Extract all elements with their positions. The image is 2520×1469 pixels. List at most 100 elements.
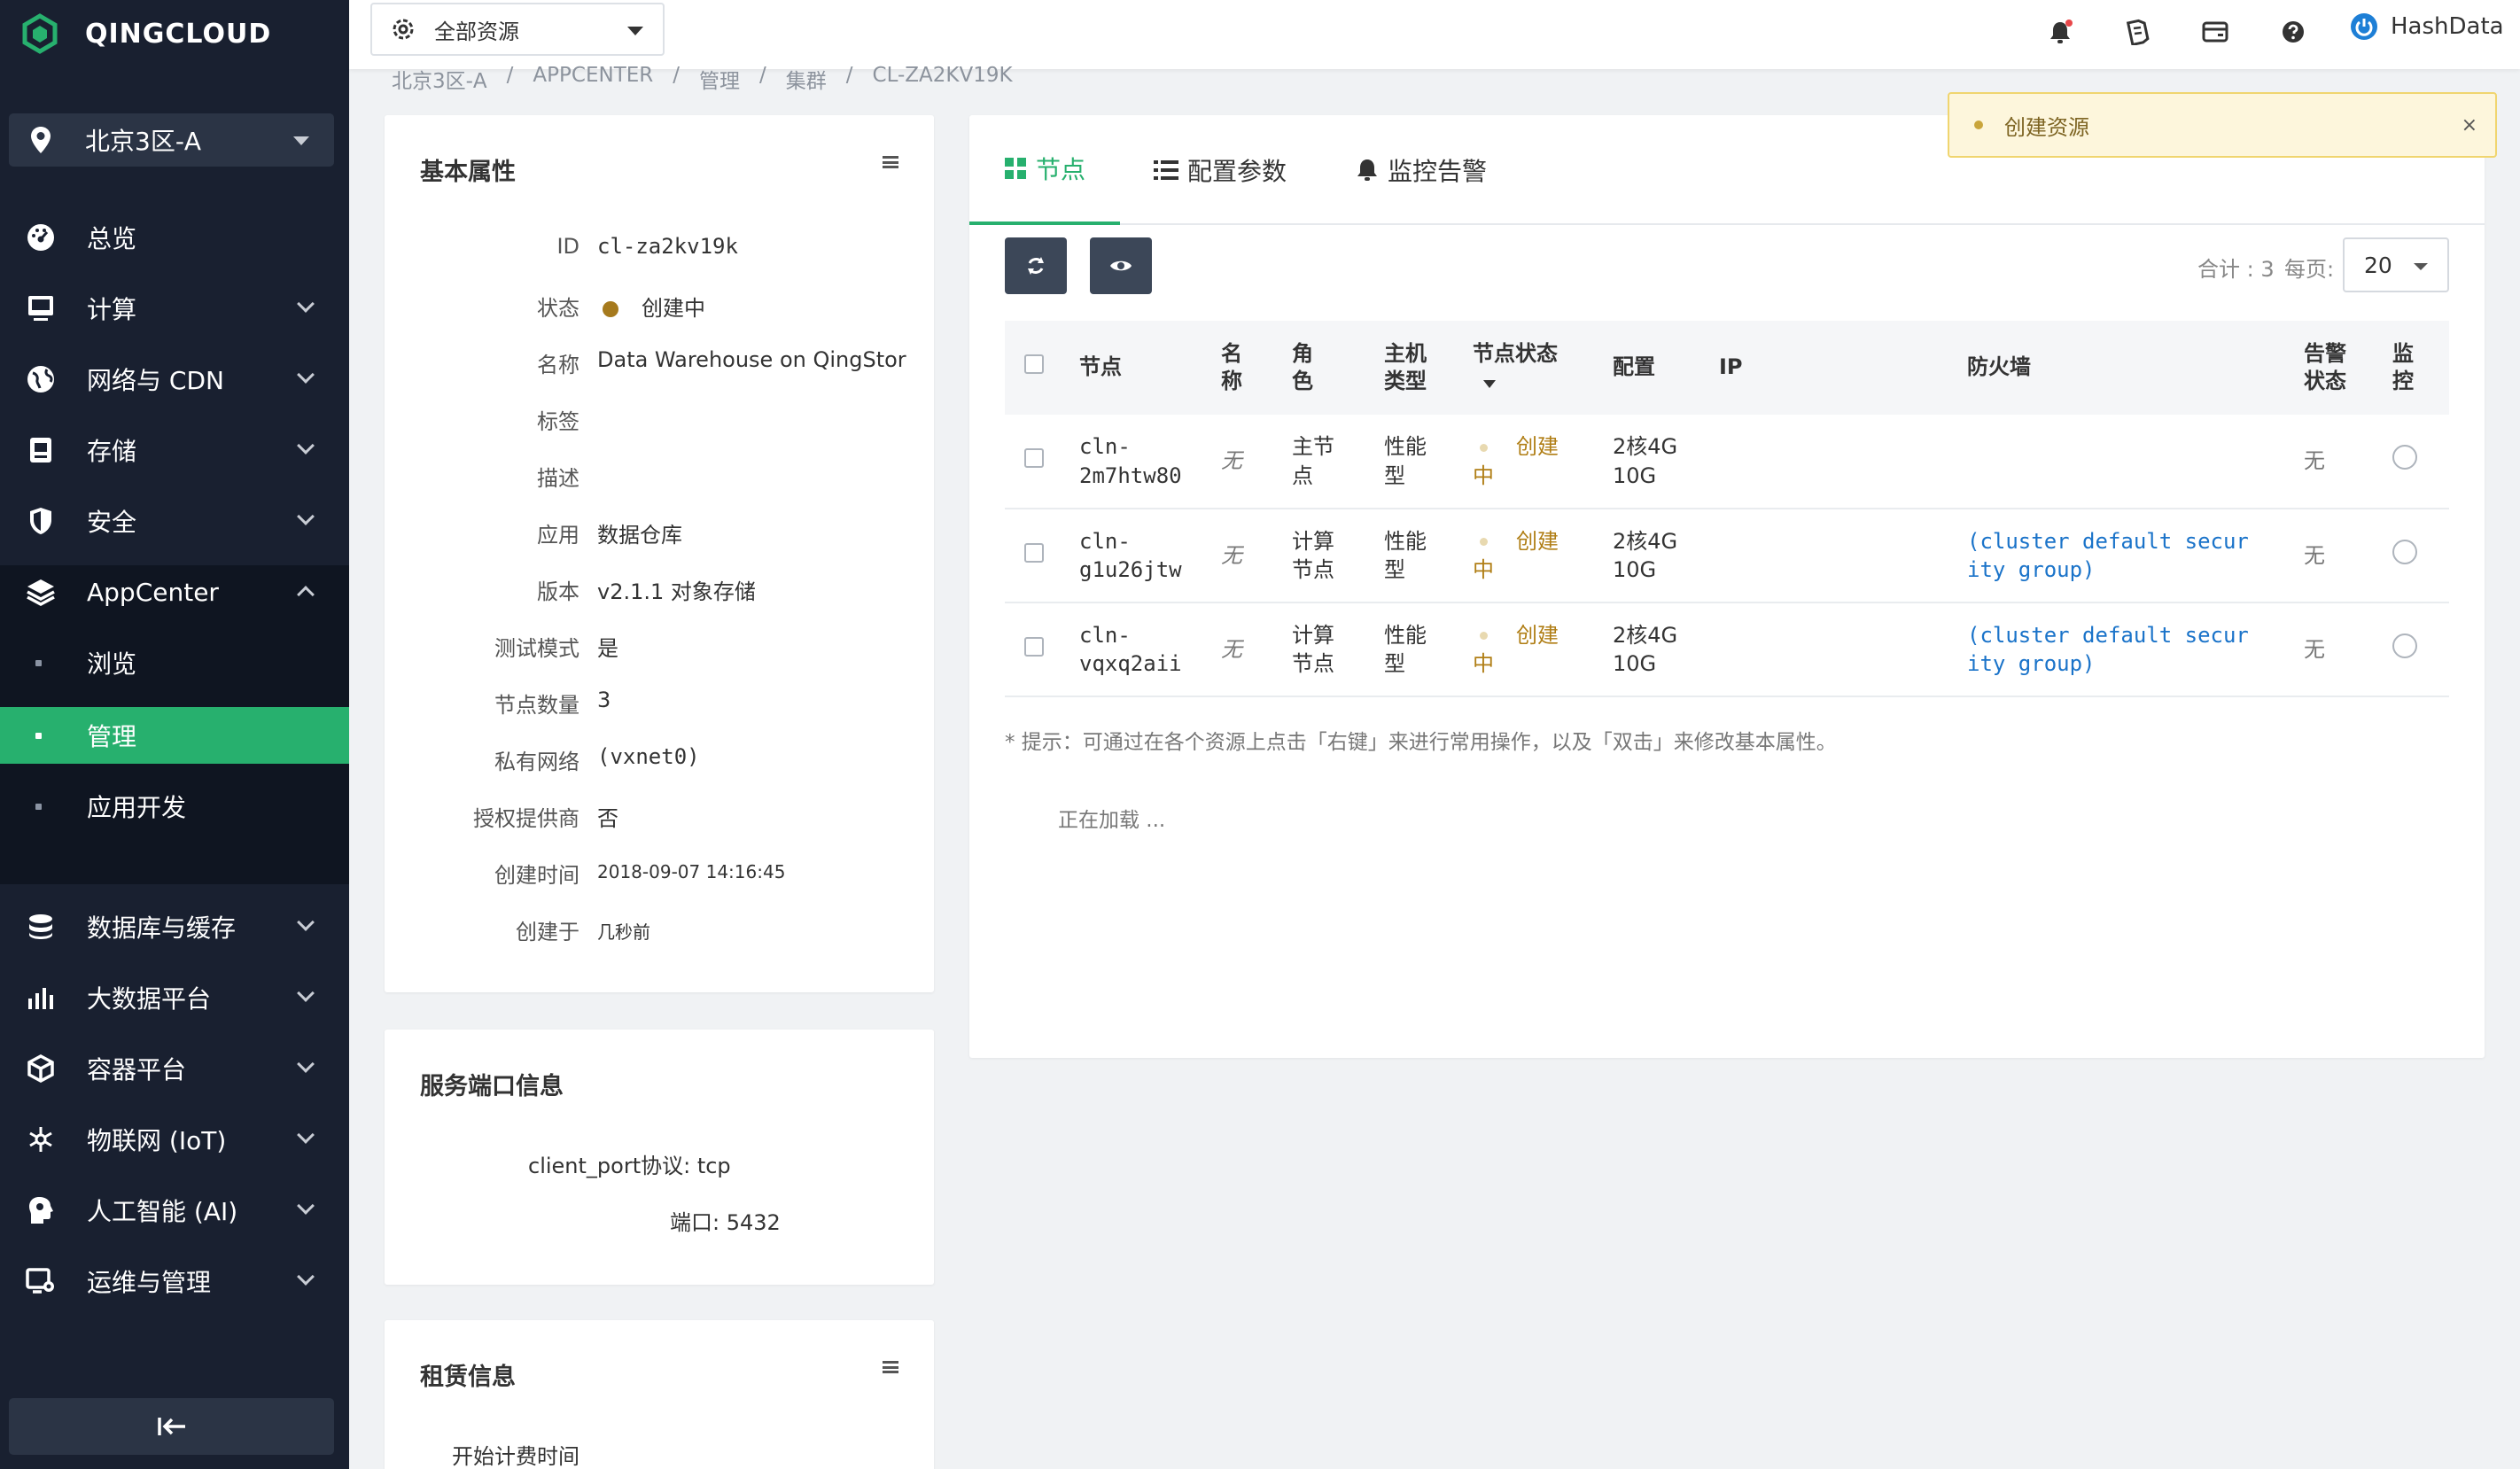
- prop-node-count: 节点数量 3: [385, 688, 934, 723]
- bullet-icon: [35, 659, 42, 666]
- col-name[interactable]: 名称: [1221, 321, 1292, 415]
- col-firewall[interactable]: 防火墙: [1967, 321, 2304, 415]
- close-icon[interactable]: ×: [2462, 114, 2477, 136]
- lease-info-card: 租赁信息 开始计费时间: [385, 1320, 934, 1469]
- node-ip-cell: [1719, 602, 1967, 696]
- sidebar-subitem-browse[interactable]: 浏览: [0, 627, 349, 698]
- table-row[interactable]: cln- 2m7htw80 无 主节点 性能型 创建中 2核4G 10G 无: [1005, 415, 2449, 509]
- brand-logo[interactable]: QINGCLOUD: [19, 7, 271, 60]
- col-role[interactable]: 角色: [1292, 321, 1384, 415]
- resource-selector-label: 全部资源: [434, 19, 519, 44]
- sidebar-item-label: 大数据平台: [87, 984, 212, 1014]
- sidebar-item-iot[interactable]: 物联网 (IoT): [0, 1104, 349, 1175]
- service-port-number: 端口: 5432: [670, 1210, 781, 1235]
- row-checkbox[interactable]: [1005, 509, 1079, 602]
- breadcrumb-zone[interactable]: 北京3区-A: [392, 64, 487, 94]
- sidebar-item-network-cdn[interactable]: 网络与 CDN: [0, 344, 349, 415]
- toast-text: 创建资源: [2004, 114, 2089, 140]
- sidebar-item-security[interactable]: 安全: [0, 486, 349, 556]
- sidebar-item-compute[interactable]: 计算: [0, 273, 349, 344]
- top-bar: 全部资源 HashData: [349, 0, 2520, 69]
- per-page-select[interactable]: 20: [2343, 237, 2449, 292]
- sidebar-item-appcenter[interactable]: AppCenter: [0, 556, 349, 627]
- node-host-type-cell: 性能型: [1384, 415, 1473, 509]
- breadcrumb-appcenter[interactable]: APPCENTER: [533, 64, 653, 94]
- sidebar-item-database-cache[interactable]: 数据库与缓存: [0, 891, 349, 962]
- node-id-cell[interactable]: cln-g1u26jtw: [1079, 509, 1221, 602]
- node-id-cell[interactable]: cln- 2m7htw80: [1079, 415, 1221, 509]
- view-button[interactable]: [1090, 237, 1152, 294]
- col-ip[interactable]: IP: [1719, 321, 1967, 415]
- breadcrumb-sep: /: [845, 64, 853, 87]
- card-title: 基本属性: [420, 159, 516, 186]
- ai-head-icon: [25, 1194, 57, 1226]
- col-role-line2: 色: [1292, 369, 1313, 393]
- tab-monitor-alarm[interactable]: 监控告警: [1356, 115, 1487, 225]
- sidebar-item-ai[interactable]: 人工智能 (AI): [0, 1175, 349, 1246]
- node-firewall-cell[interactable]: (cluster default secur ity group): [1967, 602, 2304, 696]
- node-firewall-cell[interactable]: [1967, 415, 2304, 509]
- billing-button[interactable]: [2199, 16, 2231, 48]
- prop-label: 描述: [537, 466, 579, 491]
- row-checkbox[interactable]: [1005, 415, 1079, 509]
- role-line2: 点: [1292, 462, 1313, 488]
- prop-id: ID cl-za2kv19k: [385, 234, 934, 269]
- app-link[interactable]: 数据仓库: [597, 517, 682, 548]
- table-row[interactable]: cln-vqxq2aii 无 计算 节点 性能型 创建中 2核4G 10G (clu…: [1005, 602, 2449, 696]
- node-monitor-radio[interactable]: [2392, 602, 2449, 696]
- menu-icon[interactable]: [883, 156, 898, 168]
- sidebar-item-overview[interactable]: 总览: [0, 202, 349, 273]
- breadcrumb-cluster[interactable]: 集群: [786, 64, 827, 94]
- sidebar-item-bigdata[interactable]: 大数据平台: [0, 962, 349, 1033]
- zone-selector[interactable]: 北京3区-A: [9, 113, 334, 167]
- zone-label: 北京3区-A: [85, 127, 202, 156]
- filter-caret-icon[interactable]: [1483, 380, 1496, 388]
- node-monitor-radio[interactable]: [2392, 415, 2449, 509]
- collapse-sidebar-button[interactable]: [9, 1398, 334, 1455]
- node-id-cell[interactable]: cln-vqxq2aii: [1079, 602, 1221, 696]
- chevron-down-icon: [2414, 263, 2428, 270]
- notification-button[interactable]: [2045, 16, 2077, 48]
- col-alarm-status[interactable]: 告警 状态: [2304, 321, 2392, 415]
- prop-label: 状态: [537, 296, 579, 321]
- row-checkbox[interactable]: [1005, 602, 1079, 696]
- chevron-down-icon: [293, 136, 309, 145]
- resource-selector[interactable]: 全部资源: [370, 3, 665, 56]
- card-title: 租赁信息: [420, 1364, 516, 1391]
- prop-version: 版本 v2.1.1 对象存储: [385, 574, 934, 610]
- node-status-cell: 创建中: [1473, 509, 1613, 602]
- prop-value: Data Warehouse on QingStor: [597, 347, 906, 372]
- breadcrumb-manage[interactable]: 管理: [699, 64, 740, 94]
- user-menu[interactable]: HashData: [2350, 12, 2504, 41]
- select-all-checkbox[interactable]: [1005, 321, 1079, 415]
- node-firewall-cell[interactable]: (cluster default secur ity group): [1967, 509, 2304, 602]
- sidebar-item-label: 计算: [87, 295, 137, 324]
- node-config-cell: 2核4G 10G: [1613, 602, 1719, 696]
- sidebar-item-label: 人工智能 (AI): [87, 1197, 238, 1226]
- notification-toast: 创建资源 ×: [1948, 92, 2497, 158]
- node-monitor-radio[interactable]: [2392, 509, 2449, 602]
- tickets-button[interactable]: [2121, 16, 2153, 48]
- col-config[interactable]: 配置: [1613, 321, 1719, 415]
- sidebar-item-storage[interactable]: 存储: [0, 415, 349, 486]
- tab-config-params[interactable]: 配置参数: [1154, 115, 1287, 225]
- help-button[interactable]: [2277, 16, 2309, 48]
- menu-icon[interactable]: [883, 1361, 898, 1373]
- bell-icon: [2050, 19, 2073, 43]
- col-node[interactable]: 节点: [1079, 321, 1221, 415]
- tab-nodes[interactable]: 节点: [969, 115, 1120, 225]
- host-line2: 型: [1384, 651, 1405, 676]
- col-node-status[interactable]: 节点状态: [1473, 321, 1613, 415]
- table-row[interactable]: cln-g1u26jtw 无 计算 节点 性能型 创建中 2核4G 10G (clu…: [1005, 509, 2449, 602]
- col-monitor[interactable]: 监控: [2392, 321, 2449, 415]
- sidebar-item-container[interactable]: 容器平台: [0, 1033, 349, 1104]
- refresh-button[interactable]: [1005, 237, 1067, 294]
- sidebar-subitem-app-dev[interactable]: 应用开发: [0, 771, 349, 842]
- role-line1: 主节: [1292, 434, 1334, 460]
- sidebar-subitem-manage[interactable]: 管理: [0, 707, 349, 764]
- vxnet-link[interactable]: (vxnet0): [597, 744, 700, 769]
- breadcrumb-sep: /: [506, 64, 514, 87]
- col-host-type[interactable]: 主机 类型: [1384, 321, 1473, 415]
- sidebar-item-ops[interactable]: 运维与管理: [0, 1246, 349, 1317]
- sidebar-item-label: AppCenter: [87, 577, 219, 607]
